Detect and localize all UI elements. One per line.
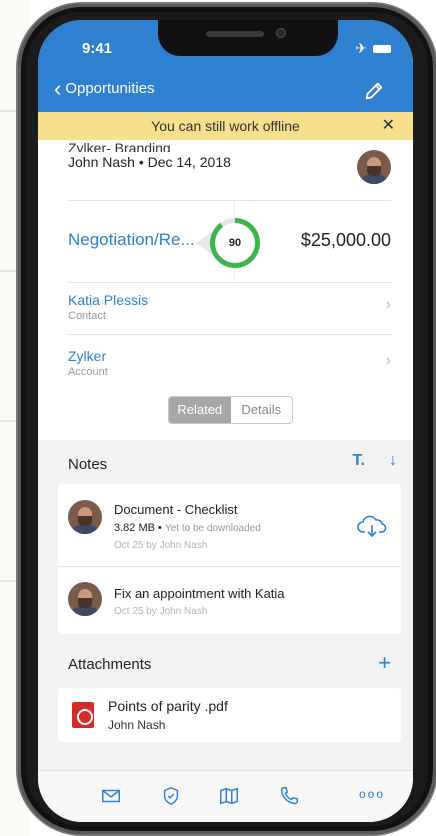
notes-list: Document - Checklist 3.82 MB • Yet to be…	[58, 484, 401, 634]
close-icon[interactable]: ✕	[382, 112, 395, 140]
map-icon[interactable]	[218, 785, 240, 807]
mail-icon[interactable]	[100, 785, 122, 807]
note-file-status: Yet to be downloaded	[164, 523, 261, 534]
attachments-header: Attachments +	[38, 644, 413, 684]
deal-stage-link[interactable]: Negotiation/Re...	[68, 230, 195, 250]
more-icon[interactable]: ooo	[359, 787, 385, 801]
note-date: Oct 25 by John Nash	[114, 606, 208, 617]
bottom-tab-bar: ooo	[38, 770, 413, 822]
deal-amount: $25,000.00	[300, 230, 391, 250]
contact-type: Contact	[68, 310, 106, 322]
related-details-toggle: Related Details	[168, 396, 293, 424]
deal-card: Zylker- Branding John Nash • Dec 14, 201…	[38, 140, 413, 440]
avatar	[357, 150, 391, 184]
account-name[interactable]: Zylker	[68, 348, 106, 364]
attachment-item[interactable]: Points of parity .pdf John Nash	[58, 688, 401, 742]
probability-value: 90	[215, 223, 255, 263]
divider	[58, 566, 401, 567]
phone-icon[interactable]	[278, 785, 300, 807]
contact-name[interactable]: Katia Plessis	[68, 292, 148, 308]
add-attachment-button[interactable]: +	[378, 650, 391, 676]
airplane-icon: ✈	[355, 40, 367, 56]
attachment-owner: John Nash	[108, 718, 166, 732]
divider	[68, 334, 391, 335]
offline-banner-text: You can still work offline	[151, 118, 300, 134]
tab-related[interactable]: Related	[169, 397, 231, 423]
divider	[68, 282, 391, 283]
account-type: Account	[68, 366, 108, 378]
back-button[interactable]: ‹ Opportunities	[54, 75, 155, 101]
chevron-right-icon[interactable]: ›	[386, 352, 391, 370]
attachments-title: Attachments	[68, 656, 152, 673]
pdf-file-icon	[72, 702, 94, 728]
avatar	[68, 500, 102, 534]
attachment-name: Points of parity .pdf	[108, 698, 228, 714]
tab-details[interactable]: Details	[231, 397, 293, 423]
cloud-download-icon[interactable]	[357, 514, 387, 538]
divider	[68, 200, 391, 201]
offline-banner: You can still work offline ✕	[38, 112, 413, 140]
status-icons: ✈	[355, 40, 391, 57]
probability-gauge: 90	[210, 218, 260, 268]
notes-title: Notes	[68, 456, 108, 473]
note-title[interactable]: Fix an appointment with Katia	[114, 586, 285, 601]
phone-notch	[158, 20, 338, 56]
note-file-info: 3.82 MB • Yet to be downloaded	[114, 522, 261, 534]
note-title[interactable]: Document - Checklist	[114, 502, 238, 517]
pencil-icon[interactable]	[363, 80, 385, 102]
chevron-right-icon[interactable]: ›	[386, 296, 391, 314]
app-screen: 9:41 ✈ ‹ Opportunities You can still wor…	[38, 20, 413, 822]
check-shield-icon[interactable]	[160, 785, 182, 807]
notes-header: Notes T. ↓	[38, 444, 413, 484]
chevron-left-icon: ‹	[54, 75, 62, 101]
note-file-size: 3.82 MB	[114, 522, 155, 534]
back-label: Opportunities	[65, 80, 155, 97]
deal-title: Zylker- Branding	[68, 140, 171, 152]
notes-actions: T. ↓	[353, 452, 397, 470]
note-date: Oct 25 by John Nash	[114, 540, 208, 551]
deal-owner-date: John Nash • Dec 14, 2018	[68, 154, 231, 170]
status-time: 9:41	[82, 40, 113, 57]
front-camera	[276, 28, 286, 38]
text-note-icon[interactable]: T.	[353, 452, 365, 470]
upload-note-icon[interactable]: ↓	[389, 452, 397, 470]
speaker-grille	[206, 31, 264, 37]
avatar	[68, 582, 102, 616]
battery-icon	[373, 44, 391, 53]
